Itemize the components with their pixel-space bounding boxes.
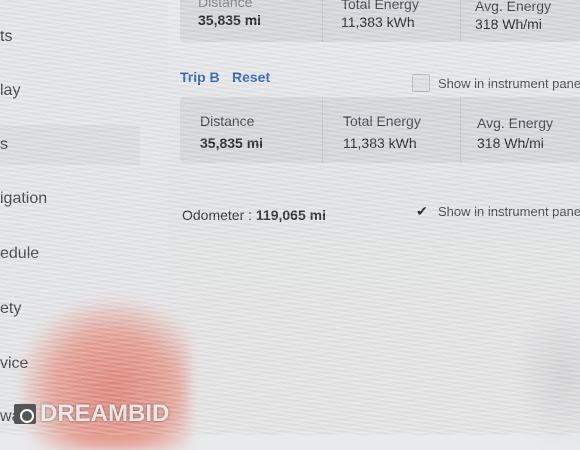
trip-a-avg-cell: Avg. Energy 318 Wh/mi (460, 0, 580, 42)
odometer-value: 119,065 mi (255, 207, 326, 223)
reset-button[interactable]: Reset (232, 69, 270, 85)
trip-b-avg-cell: Avg. Energy 318 Wh/mi (460, 97, 580, 163)
sidebar-item-trips[interactable]: s (0, 125, 140, 165)
watermark-logo: DREAMBID (14, 400, 169, 428)
trip-b-card: Distance 35,835 mi Total Energy 11,383 k… (180, 97, 580, 163)
sidebar-item-label: ts (0, 28, 13, 45)
odometer-show-checkbox[interactable]: ✔ Show in instrument panel (414, 203, 580, 220)
trip-a-avg-label: Avg. Energy (475, 0, 552, 14)
watermark-text: DREAMBID (40, 400, 170, 427)
trip-b-energy-cell: Total Energy 11,383 kWh (322, 97, 461, 163)
trip-a-distance-value: 35,835 mi (198, 12, 262, 28)
odometer: Odometer : 119,065 mi (182, 207, 326, 223)
trip-b-distance-label: Distance (200, 113, 255, 129)
trip-a-distance-label: Distance (198, 0, 253, 10)
odometer-show-label: Show in instrument panel (438, 204, 580, 219)
checkmark-icon[interactable]: ✔ (414, 203, 430, 220)
trip-b-avg-label: Avg. Energy (477, 115, 554, 131)
sidebar-item-navigation[interactable]: igation (0, 190, 47, 208)
sidebar-item-lights[interactable]: ts (0, 28, 12, 46)
checkbox-unchecked-icon[interactable] (412, 74, 430, 92)
sidebar-item-schedule[interactable]: edule (0, 245, 39, 263)
sidebar-item-display[interactable]: lay (0, 82, 20, 100)
trip-b-distance-cell: Distance 35,835 mi (180, 97, 322, 163)
trip-b-title: Trip B (180, 69, 220, 85)
trip-a-card: Distance 35,835 mi Total Energy 11,383 k… (180, 0, 580, 42)
trip-b-distance-value: 35,835 mi (200, 135, 264, 151)
blurred-hand (510, 300, 580, 450)
sidebar-item-safety[interactable]: ety (0, 300, 21, 318)
sidebar-item-label: edule (0, 245, 40, 262)
sidebar-item-label: igation (0, 190, 48, 207)
trip-b-energy-label: Total Energy (343, 113, 421, 129)
trip-b-show-label: Show in instrument panel (438, 75, 580, 91)
camera-icon (14, 404, 36, 424)
sidebar-item-label: s (0, 136, 8, 153)
trip-b-avg-value: 318 Wh/mi (477, 135, 544, 151)
trip-b-show-checkbox[interactable]: Show in instrument panel (412, 74, 580, 92)
sidebar-item-service[interactable]: vice (0, 355, 28, 373)
sidebar-item-label: vice (0, 355, 29, 372)
trip-a-energy-cell: Total Energy 11,383 kWh (322, 0, 461, 42)
trip-a-avg-value: 318 Wh/mi (475, 16, 542, 32)
trip-b-energy-value: 11,383 kWh (343, 135, 417, 151)
sidebar: ts lay s igation edule ety vice ware (0, 0, 168, 435)
trip-a-energy-value: 11,383 kWh (341, 14, 415, 30)
trip-a-distance-cell: Distance 35,835 mi (180, 0, 322, 42)
sidebar-item-label: lay (0, 82, 21, 99)
odometer-label: Odometer : (182, 207, 253, 223)
sidebar-item-label: ety (0, 300, 22, 317)
trip-a-energy-label: Total Energy (341, 0, 419, 12)
